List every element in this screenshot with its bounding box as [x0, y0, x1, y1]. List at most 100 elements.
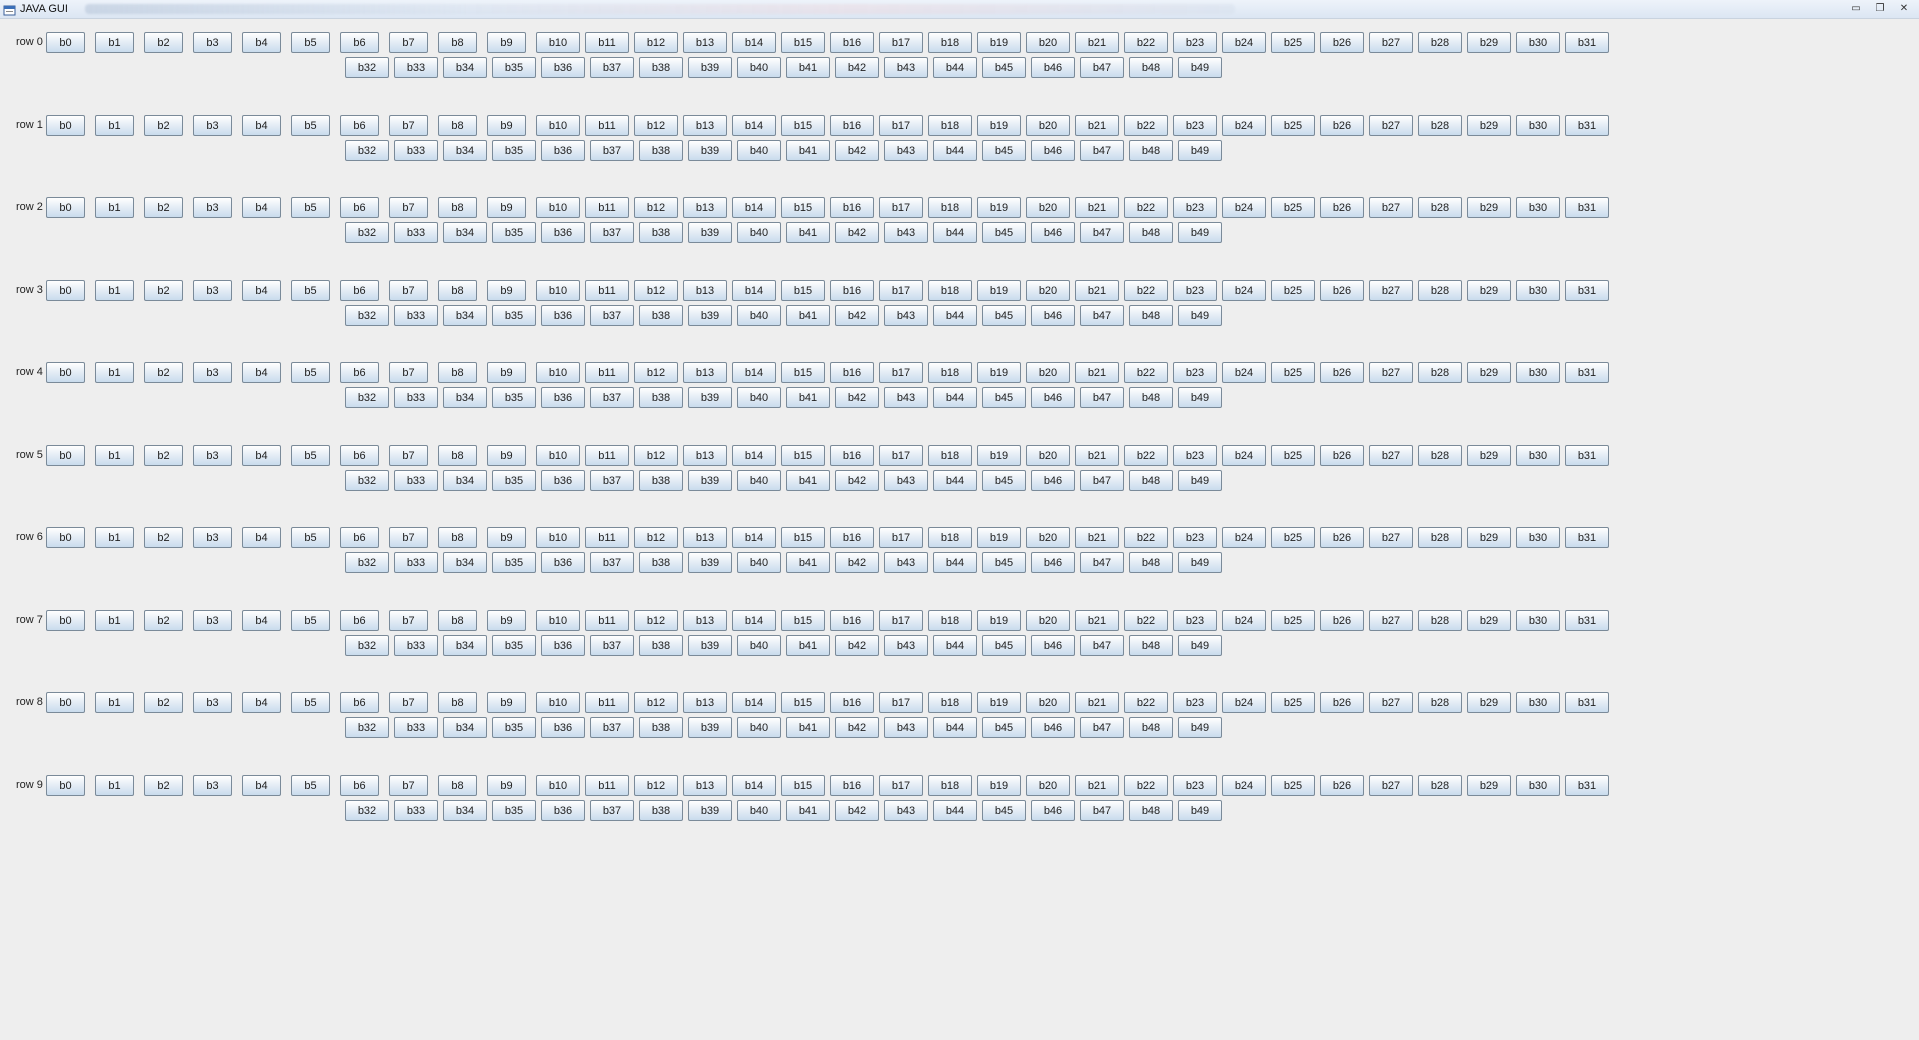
title-bar[interactable]: JAVA GUI ▭ ❐ ✕	[0, 0, 1919, 19]
grid-button[interactable]: b32	[345, 552, 389, 573]
grid-button[interactable]: b27	[1369, 362, 1413, 383]
grid-button[interactable]: b1	[95, 32, 134, 53]
grid-button[interactable]: b20	[1026, 775, 1070, 796]
grid-button[interactable]: b26	[1320, 197, 1364, 218]
grid-button[interactable]: b20	[1026, 32, 1070, 53]
grid-button[interactable]: b35	[492, 552, 536, 573]
grid-button[interactable]: b35	[492, 635, 536, 656]
grid-button[interactable]: b23	[1173, 610, 1217, 631]
grid-button[interactable]: b35	[492, 387, 536, 408]
grid-button[interactable]: b13	[683, 692, 727, 713]
grid-button[interactable]: b4	[242, 115, 281, 136]
grid-button[interactable]: b48	[1129, 717, 1173, 738]
grid-button[interactable]: b1	[95, 115, 134, 136]
grid-button[interactable]: b19	[977, 610, 1021, 631]
grid-button[interactable]: b10	[536, 692, 580, 713]
grid-button[interactable]: b22	[1124, 775, 1168, 796]
grid-button[interactable]: b7	[389, 692, 428, 713]
grid-button[interactable]: b9	[487, 197, 526, 218]
grid-button[interactable]: b42	[835, 222, 879, 243]
grid-button[interactable]: b44	[933, 635, 977, 656]
grid-button[interactable]: b29	[1467, 32, 1511, 53]
grid-button[interactable]: b32	[345, 305, 389, 326]
grid-button[interactable]: b5	[291, 775, 330, 796]
grid-button[interactable]: b22	[1124, 527, 1168, 548]
grid-button[interactable]: b7	[389, 445, 428, 466]
grid-button[interactable]: b10	[536, 280, 580, 301]
grid-button[interactable]: b47	[1080, 222, 1124, 243]
grid-button[interactable]: b41	[786, 140, 830, 161]
grid-button[interactable]: b4	[242, 527, 281, 548]
grid-button[interactable]: b42	[835, 140, 879, 161]
grid-button[interactable]: b43	[884, 552, 928, 573]
grid-button[interactable]: b8	[438, 445, 477, 466]
grid-button[interactable]: b8	[438, 775, 477, 796]
grid-button[interactable]: b2	[144, 775, 183, 796]
grid-button[interactable]: b20	[1026, 197, 1070, 218]
grid-button[interactable]: b22	[1124, 280, 1168, 301]
grid-button[interactable]: b40	[737, 57, 781, 78]
grid-button[interactable]: b30	[1516, 527, 1560, 548]
grid-button[interactable]: b47	[1080, 552, 1124, 573]
grid-button[interactable]: b0	[46, 115, 85, 136]
grid-button[interactable]: b15	[781, 280, 825, 301]
grid-button[interactable]: b39	[688, 222, 732, 243]
grid-button[interactable]: b34	[443, 387, 487, 408]
grid-button[interactable]: b45	[982, 387, 1026, 408]
grid-button[interactable]: b29	[1467, 445, 1511, 466]
grid-button[interactable]: b3	[193, 197, 232, 218]
grid-button[interactable]: b43	[884, 470, 928, 491]
grid-button[interactable]: b5	[291, 527, 330, 548]
grid-button[interactable]: b16	[830, 692, 874, 713]
grid-button[interactable]: b8	[438, 692, 477, 713]
grid-button[interactable]: b37	[590, 305, 634, 326]
grid-button[interactable]: b37	[590, 57, 634, 78]
grid-button[interactable]: b9	[487, 527, 526, 548]
grid-button[interactable]: b3	[193, 775, 232, 796]
grid-button[interactable]: b42	[835, 387, 879, 408]
grid-button[interactable]: b42	[835, 470, 879, 491]
grid-button[interactable]: b4	[242, 610, 281, 631]
grid-button[interactable]: b30	[1516, 445, 1560, 466]
grid-button[interactable]: b6	[340, 692, 379, 713]
grid-button[interactable]: b16	[830, 527, 874, 548]
grid-button[interactable]: b28	[1418, 692, 1462, 713]
grid-button[interactable]: b26	[1320, 610, 1364, 631]
grid-button[interactable]: b47	[1080, 717, 1124, 738]
grid-button[interactable]: b40	[737, 140, 781, 161]
grid-button[interactable]: b24	[1222, 115, 1266, 136]
grid-button[interactable]: b19	[977, 775, 1021, 796]
grid-button[interactable]: b1	[95, 610, 134, 631]
grid-button[interactable]: b18	[928, 280, 972, 301]
grid-button[interactable]: b37	[590, 387, 634, 408]
grid-button[interactable]: b36	[541, 387, 585, 408]
grid-button[interactable]: b9	[487, 115, 526, 136]
grid-button[interactable]: b31	[1565, 362, 1609, 383]
grid-button[interactable]: b27	[1369, 692, 1413, 713]
grid-button[interactable]: b19	[977, 197, 1021, 218]
grid-button[interactable]: b18	[928, 115, 972, 136]
grid-button[interactable]: b12	[634, 610, 678, 631]
grid-button[interactable]: b48	[1129, 800, 1173, 821]
grid-button[interactable]: b4	[242, 775, 281, 796]
grid-button[interactable]: b38	[639, 140, 683, 161]
grid-button[interactable]: b46	[1031, 470, 1075, 491]
grid-button[interactable]: b11	[585, 445, 629, 466]
grid-button[interactable]: b33	[394, 552, 438, 573]
grid-button[interactable]: b32	[345, 635, 389, 656]
grid-button[interactable]: b16	[830, 445, 874, 466]
grid-button[interactable]: b39	[688, 635, 732, 656]
grid-button[interactable]: b15	[781, 362, 825, 383]
grid-button[interactable]: b46	[1031, 140, 1075, 161]
grid-button[interactable]: b43	[884, 635, 928, 656]
grid-button[interactable]: b40	[737, 552, 781, 573]
grid-button[interactable]: b30	[1516, 610, 1560, 631]
grid-button[interactable]: b46	[1031, 552, 1075, 573]
grid-button[interactable]: b29	[1467, 692, 1511, 713]
grid-button[interactable]: b3	[193, 280, 232, 301]
grid-button[interactable]: b49	[1178, 140, 1222, 161]
grid-button[interactable]: b24	[1222, 197, 1266, 218]
grid-button[interactable]: b15	[781, 610, 825, 631]
grid-button[interactable]: b31	[1565, 692, 1609, 713]
grid-button[interactable]: b26	[1320, 775, 1364, 796]
